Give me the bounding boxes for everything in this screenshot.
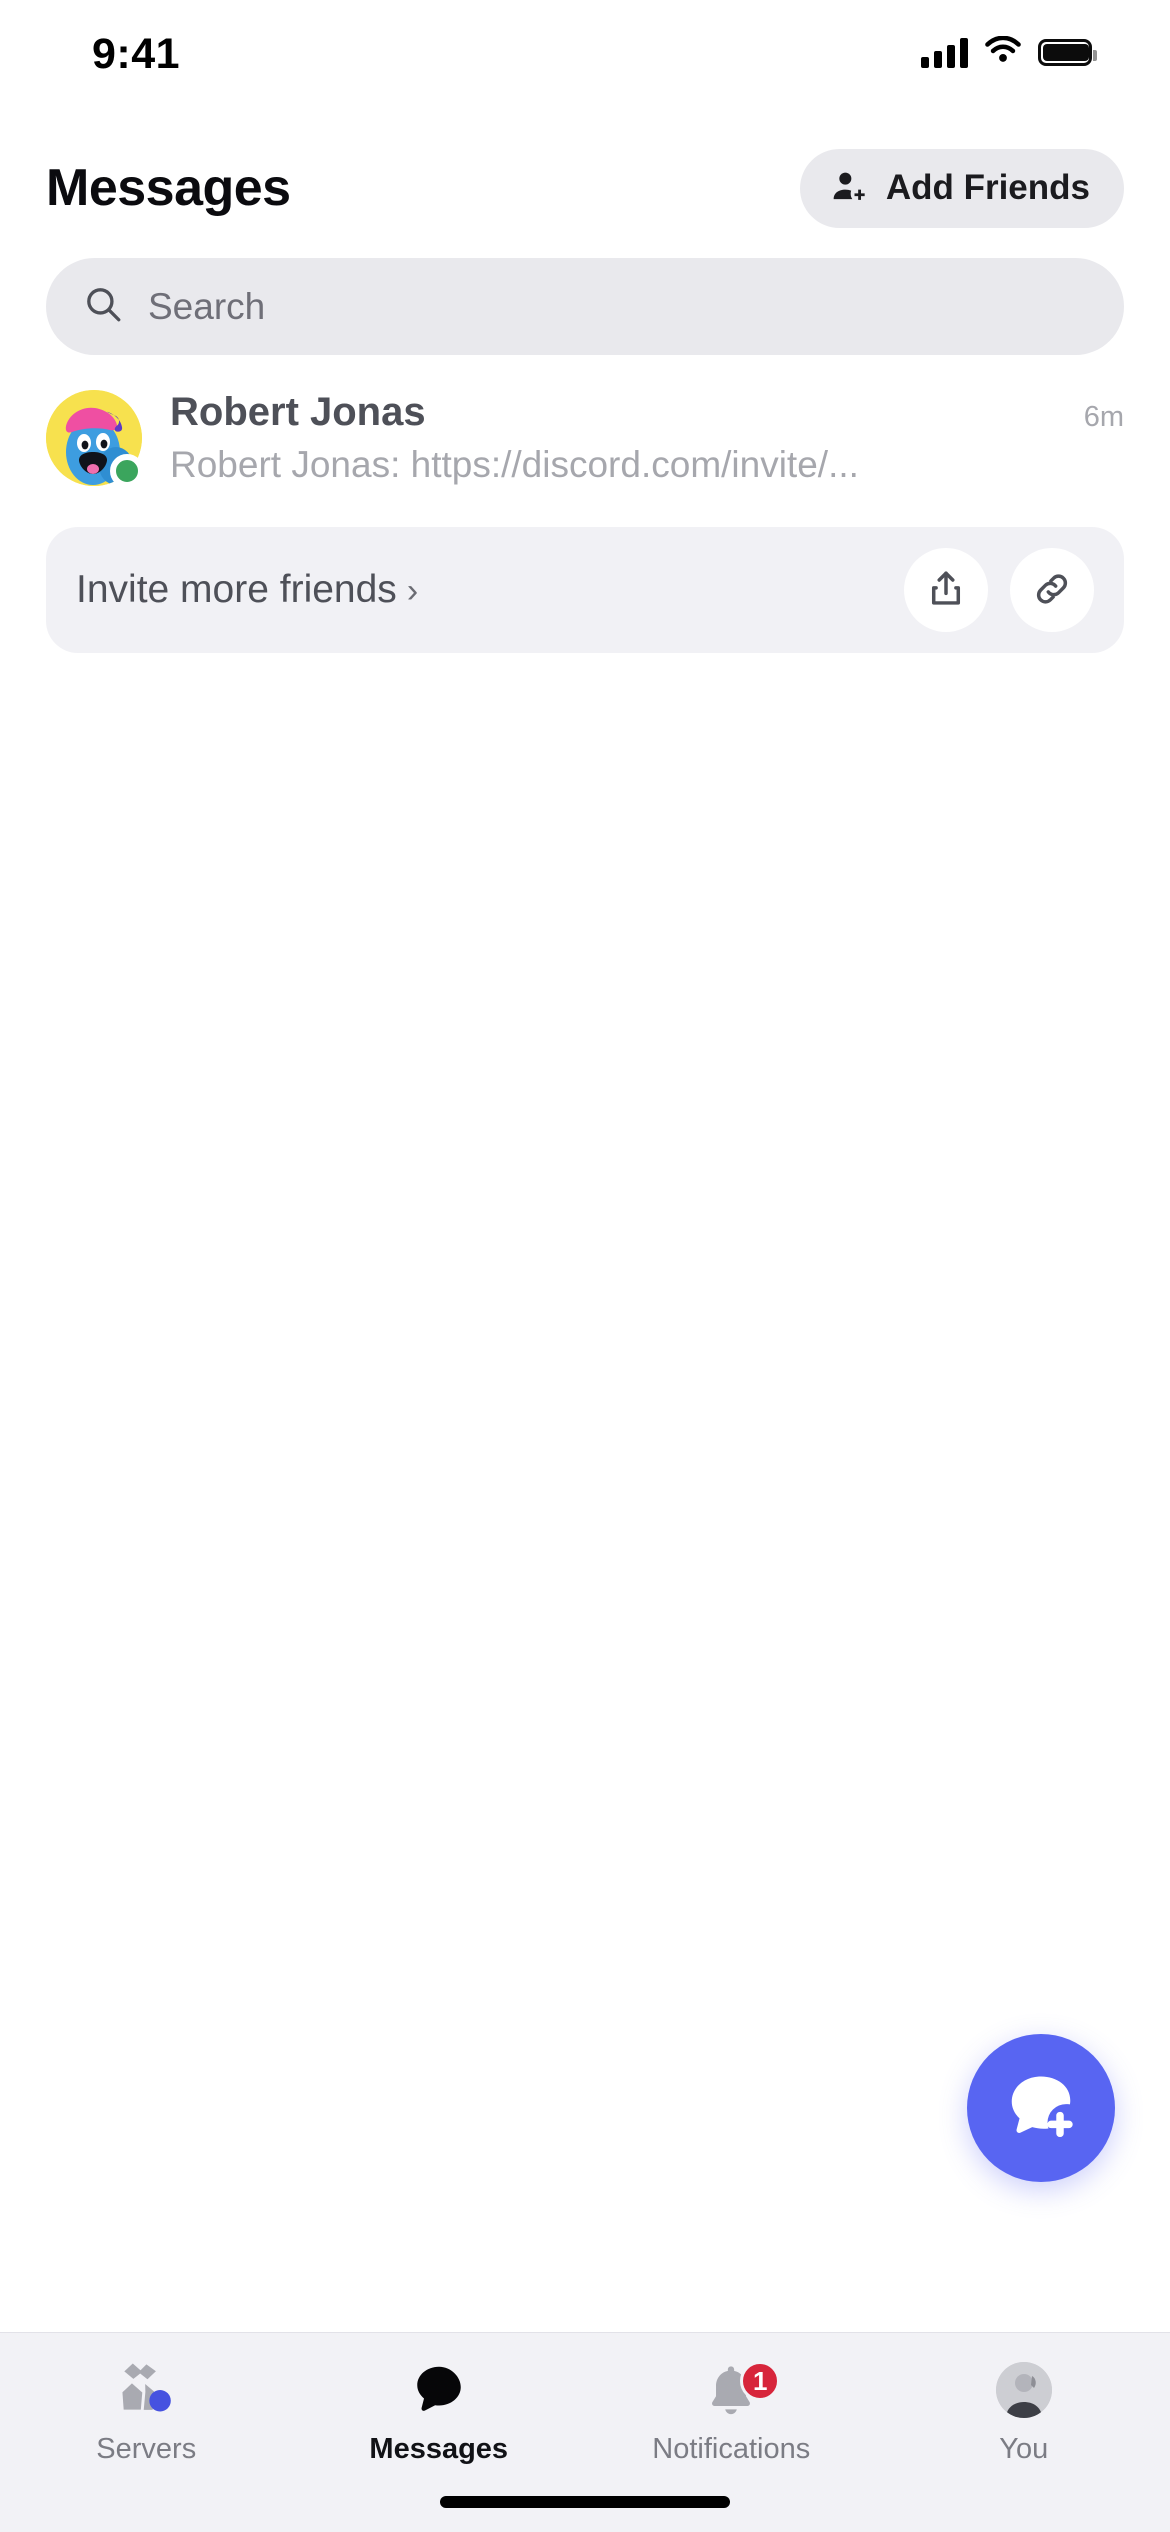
invite-more-friends-button[interactable]: Invite more friends › bbox=[76, 568, 418, 612]
invite-more-friends-label: Invite more friends bbox=[76, 568, 397, 612]
person-add-icon bbox=[830, 167, 870, 210]
user-avatar-icon bbox=[995, 2359, 1052, 2421]
invite-actions bbox=[904, 548, 1094, 633]
invite-card: Invite more friends › bbox=[46, 527, 1124, 654]
conversation-preview: Robert Jonas: https://discord.com/invite… bbox=[170, 444, 859, 485]
link-icon bbox=[1030, 567, 1074, 614]
tab-you-label: You bbox=[999, 2433, 1049, 2465]
messages-icon bbox=[408, 2359, 470, 2421]
wifi-icon bbox=[984, 35, 1022, 69]
share-icon bbox=[924, 567, 968, 614]
share-button[interactable] bbox=[904, 548, 988, 633]
conversation-timestamp: 6m bbox=[1083, 401, 1124, 433]
search-section: Search bbox=[0, 244, 1170, 355]
status-bar-icons bbox=[921, 35, 1097, 69]
conversation-row[interactable]: Robert Jonas Robert Jonas: https://disco… bbox=[0, 373, 1170, 503]
online-status-indicator bbox=[110, 454, 144, 489]
home-indicator[interactable] bbox=[440, 2496, 730, 2508]
conversation-list: Robert Jonas Robert Jonas: https://disco… bbox=[0, 355, 1170, 503]
search-placeholder: Search bbox=[148, 285, 266, 327]
notifications-badge: 1 bbox=[740, 2361, 781, 2401]
page-title: Messages bbox=[46, 159, 291, 217]
tab-notifications-label: Notifications bbox=[652, 2433, 811, 2465]
notifications-icon: 1 bbox=[700, 2359, 781, 2421]
tab-messages-label: Messages bbox=[369, 2433, 509, 2465]
new-message-button[interactable] bbox=[967, 2034, 1115, 2182]
invite-section: Invite more friends › bbox=[0, 503, 1170, 654]
copy-link-button[interactable] bbox=[1010, 548, 1094, 633]
tab-messages[interactable]: Messages bbox=[293, 2359, 586, 2466]
search-icon bbox=[82, 283, 124, 330]
search-input[interactable]: Search bbox=[46, 258, 1124, 355]
add-friends-label: Add Friends bbox=[885, 168, 1090, 207]
conversation-name: Robert Jonas bbox=[170, 390, 426, 434]
new-message-icon bbox=[1002, 2068, 1080, 2149]
status-bar-time: 9:41 bbox=[92, 30, 181, 78]
avatar[interactable] bbox=[46, 390, 144, 489]
chevron-right-icon: › bbox=[406, 572, 419, 611]
tab-servers[interactable]: Servers bbox=[0, 2359, 293, 2466]
page-header: Messages Add Friends bbox=[0, 132, 1170, 244]
conversation-text: Robert Jonas Robert Jonas: https://disco… bbox=[170, 387, 1056, 489]
servers-icon bbox=[115, 2359, 177, 2421]
avatar bbox=[995, 2362, 1052, 2418]
battery-icon bbox=[1038, 39, 1097, 66]
tab-notifications[interactable]: 1 Notifications bbox=[585, 2359, 878, 2466]
app-screen: 9:41 Messages Add Friends Search Robert … bbox=[0, 0, 1170, 2532]
tab-you[interactable]: You bbox=[878, 2359, 1170, 2466]
cellular-signal-icon bbox=[921, 37, 968, 68]
status-bar: 9:41 bbox=[0, 0, 1170, 132]
tab-servers-label: Servers bbox=[96, 2433, 197, 2465]
add-friends-button[interactable]: Add Friends bbox=[799, 148, 1124, 228]
